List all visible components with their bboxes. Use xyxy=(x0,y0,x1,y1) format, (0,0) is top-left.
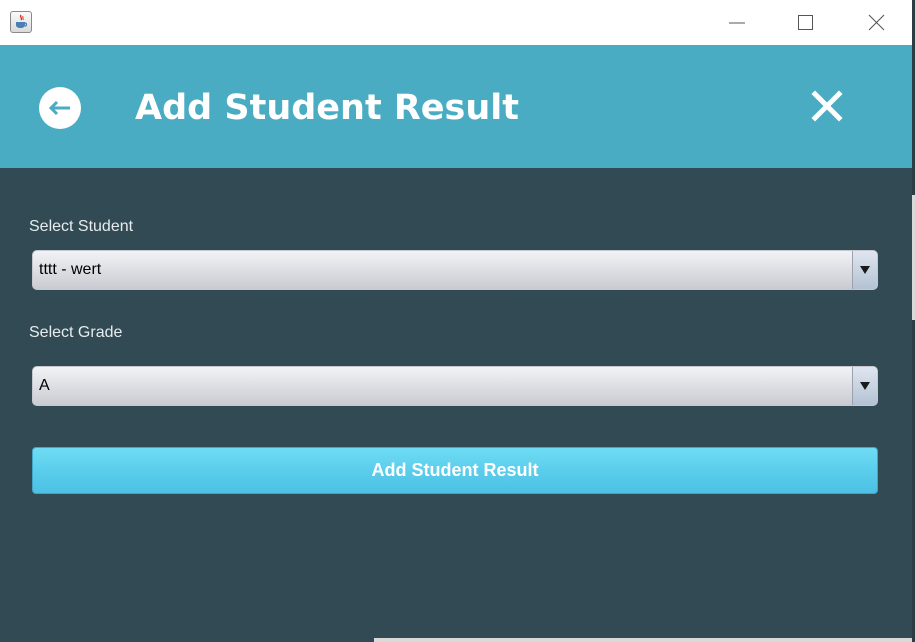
back-button[interactable] xyxy=(39,87,81,129)
student-dropdown-arrow[interactable] xyxy=(852,251,877,289)
grade-selected-value: A xyxy=(39,377,50,394)
grade-dropdown-arrow[interactable] xyxy=(852,367,877,405)
window-close-button[interactable] xyxy=(863,10,889,36)
maximize-icon xyxy=(798,15,813,30)
grade-label: Select Grade xyxy=(29,324,123,341)
back-arrow-icon xyxy=(48,100,70,116)
window-titlebar xyxy=(0,0,912,45)
close-icon xyxy=(811,90,843,122)
java-cup-icon[interactable] xyxy=(10,11,32,33)
grade-select[interactable]: A xyxy=(32,366,878,406)
close-app-button[interactable] xyxy=(810,89,844,123)
chevron-down-icon xyxy=(860,382,870,390)
maximize-button[interactable] xyxy=(792,10,818,36)
background-window-edge-bottom xyxy=(374,638,912,642)
student-label: Select Student xyxy=(29,218,134,235)
form-panel: Select Student tttt - wert Select Grade … xyxy=(0,168,912,642)
add-student-result-button[interactable]: Add Student Result xyxy=(32,447,878,494)
minimize-icon xyxy=(729,22,745,24)
student-selected-value: tttt - wert xyxy=(39,261,102,278)
app-header: Add Student Result xyxy=(0,45,912,168)
minimize-button[interactable] xyxy=(724,10,750,36)
student-select[interactable]: tttt - wert xyxy=(32,250,878,290)
page-title: Add Student Result xyxy=(135,88,520,128)
close-icon xyxy=(868,14,885,31)
chevron-down-icon xyxy=(860,266,870,274)
